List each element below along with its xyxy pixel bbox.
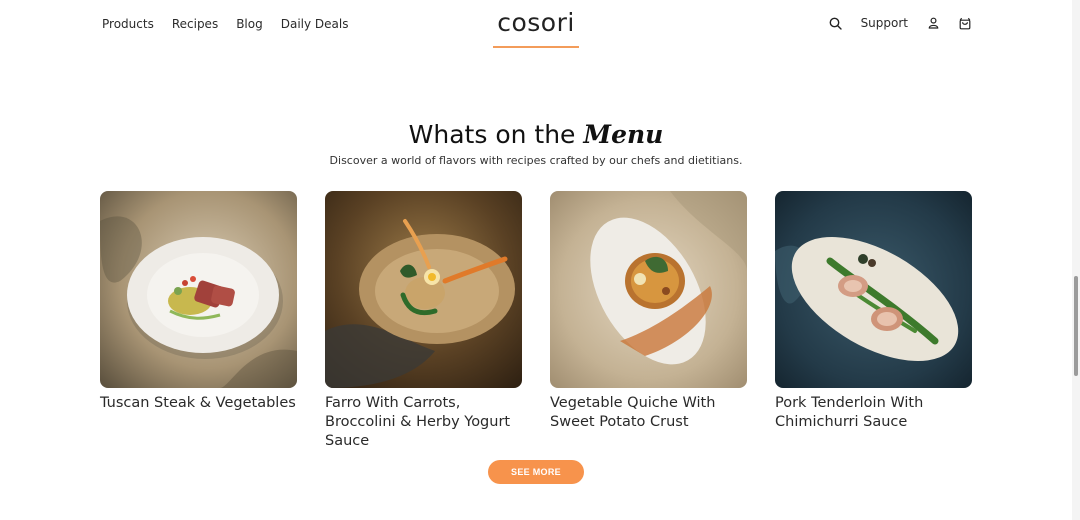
nav-daily-deals[interactable]: Daily Deals — [281, 16, 349, 32]
section-title: Whats on the Menu — [0, 118, 1072, 152]
header-actions: Support — [829, 15, 972, 31]
user-icon[interactable] — [926, 15, 940, 31]
recipe-card[interactable]: Tuscan Steak & Vegetables — [100, 191, 297, 413]
see-more-button[interactable]: SEE MORE — [488, 460, 584, 484]
site-header: Products Recipes Blog Daily Deals cosori… — [0, 0, 1080, 60]
logo-text: cosori — [497, 8, 575, 37]
recipe-image[interactable] — [775, 191, 972, 388]
recipe-image[interactable] — [550, 191, 747, 388]
nav-recipes[interactable]: Recipes — [172, 16, 218, 32]
support-link[interactable]: Support — [861, 15, 908, 31]
section-title-accent: Menu — [583, 120, 664, 149]
search-icon[interactable] — [829, 15, 843, 31]
main-nav: Products Recipes Blog Daily Deals — [102, 16, 348, 32]
nav-products[interactable]: Products — [102, 16, 154, 32]
recipe-title[interactable]: Vegetable Quiche With Sweet Potato Crust — [550, 394, 747, 432]
scrollbar-thumb[interactable] — [1074, 276, 1078, 376]
page-scrollbar[interactable] — [1072, 0, 1080, 520]
recipe-title[interactable]: Farro With Carrots, Broccolini & Herby Y… — [325, 394, 522, 451]
recipe-card[interactable]: Vegetable Quiche With Sweet Potato Crust — [550, 191, 747, 432]
recipe-title[interactable]: Pork Tenderloin With Chimichurri Sauce — [775, 394, 972, 432]
logo-underline — [493, 46, 579, 48]
recipe-image[interactable] — [100, 191, 297, 388]
section-title-main: Whats on the — [408, 120, 576, 149]
site-logo[interactable]: cosori — [493, 8, 579, 48]
recipe-card[interactable]: Farro With Carrots, Broccolini & Herby Y… — [325, 191, 522, 451]
nav-blog[interactable]: Blog — [236, 16, 263, 32]
recipe-image[interactable] — [325, 191, 522, 388]
section-subtitle: Discover a world of flavors with recipes… — [329, 154, 743, 167]
recipe-card[interactable]: Pork Tenderloin With Chimichurri Sauce — [775, 191, 972, 432]
recipe-title[interactable]: Tuscan Steak & Vegetables — [100, 394, 297, 413]
cart-icon[interactable] — [958, 15, 972, 31]
